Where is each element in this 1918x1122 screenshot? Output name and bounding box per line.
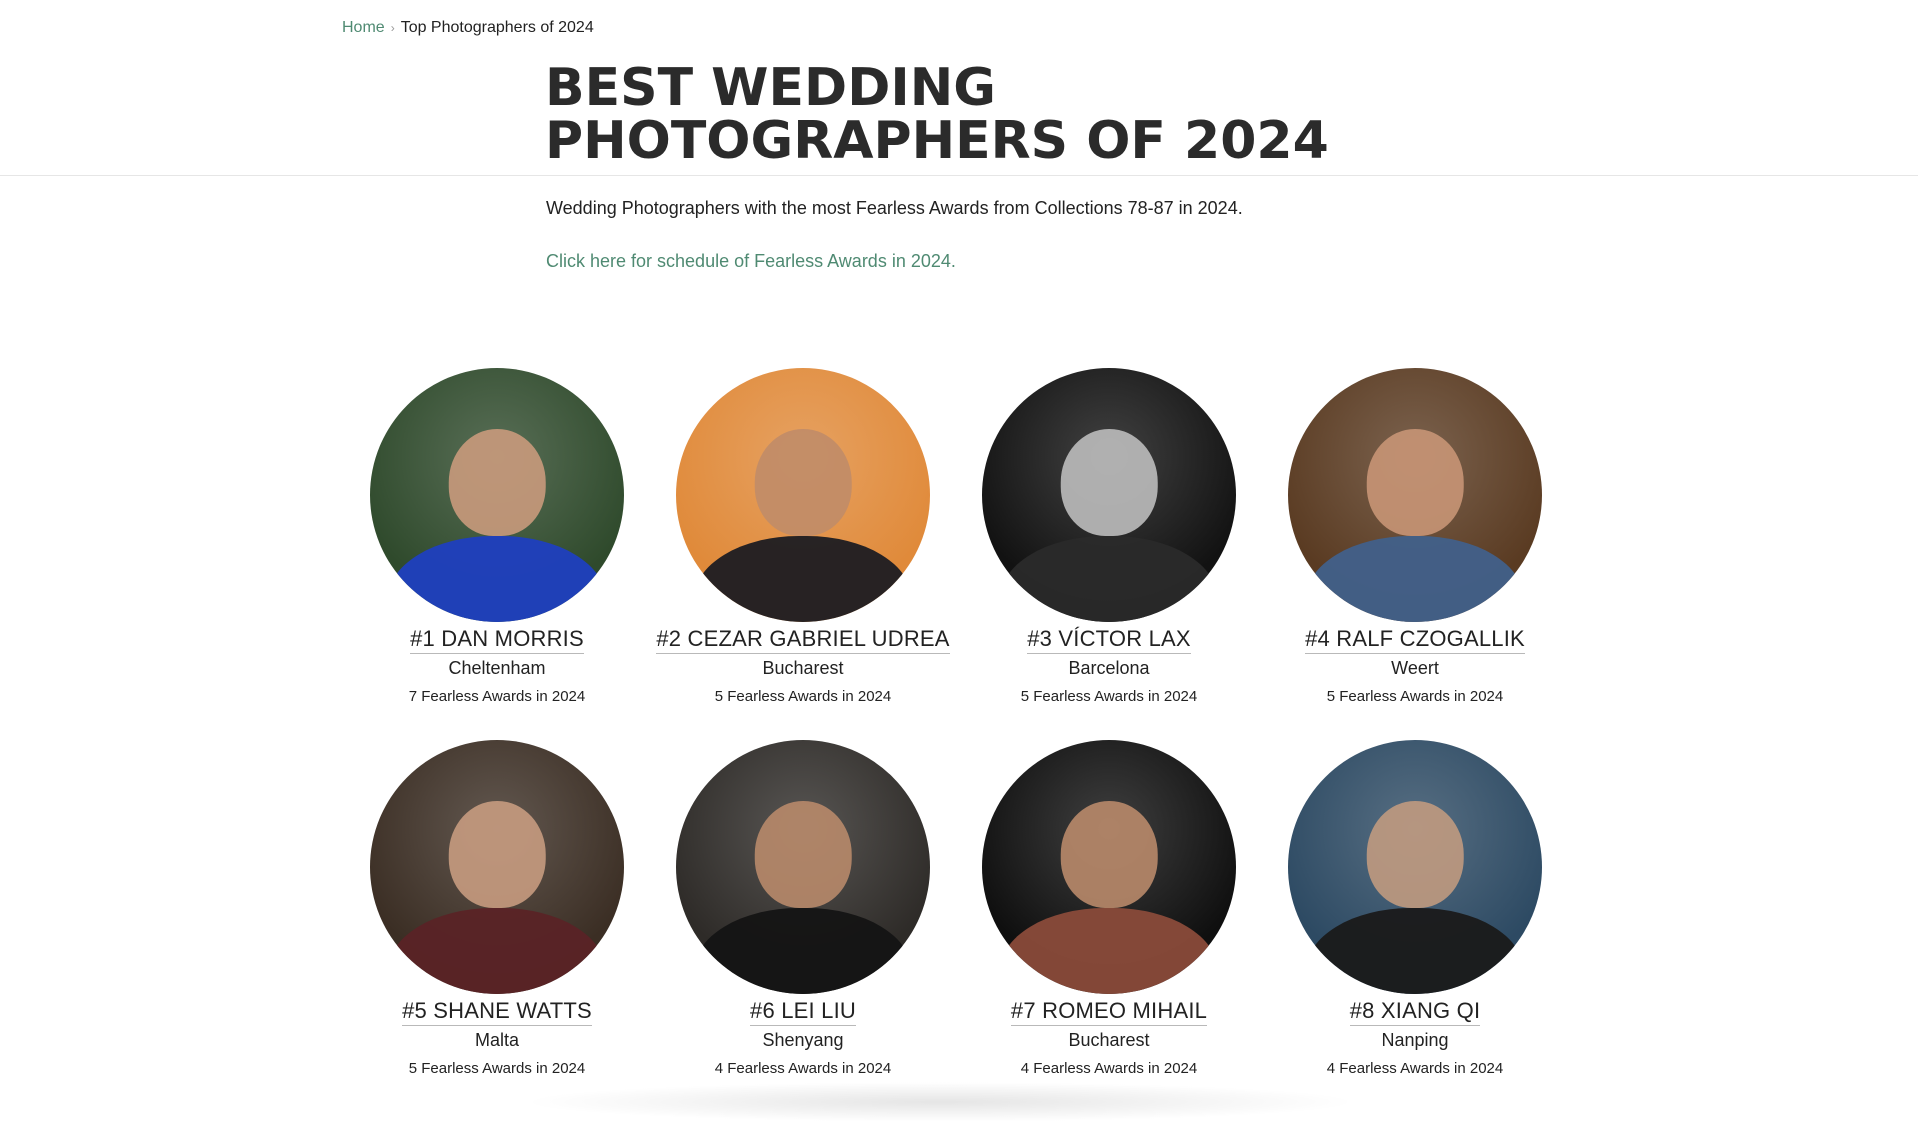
photographer-avatar[interactable] [1288, 740, 1542, 994]
photographer-award-count: 4 Fearless Awards in 2024 [714, 1060, 892, 1077]
photographer-city: Nanping [1381, 1030, 1449, 1050]
photographer-award-count: 5 Fearless Awards in 2024 [714, 688, 892, 705]
scroll-shadow [520, 1082, 1360, 1122]
photographer-award-count: 5 Fearless Awards in 2024 [1326, 688, 1504, 705]
photographer-city: Bucharest [762, 658, 844, 678]
photographer-grid: #1 DAN MORRIS Cheltenham 7 Fearless Awards… [344, 368, 1650, 1112]
photographer-avatar[interactable] [1288, 368, 1542, 622]
photographer-city: Malta [474, 1030, 519, 1050]
photographer-avatar[interactable] [370, 740, 624, 994]
breadcrumb-current: Top Photographers of 2024 [400, 19, 594, 36]
photographer-card: #3 VÍCTOR LAX Barcelona 5 Fearless Awards … [956, 368, 1262, 740]
avatar-head [448, 800, 546, 908]
photographer-award-count: 5 Fearless Awards in 2024 [1020, 688, 1198, 705]
photographer-award-count: 4 Fearless Awards in 2024 [1326, 1060, 1504, 1077]
avatar-torso [693, 907, 913, 994]
photographer-card: #1 DAN MORRIS Cheltenham 7 Fearless Awards… [344, 368, 650, 740]
avatar-head [1060, 428, 1158, 536]
avatar-torso [999, 535, 1219, 622]
avatar-head [1060, 800, 1158, 908]
photographer-name-link[interactable]: #2 CEZAR GABRIEL UDREA [656, 626, 950, 654]
avatar-torso [693, 535, 913, 622]
photographer-city: Cheltenham [448, 658, 546, 678]
photographer-award-count: 5 Fearless Awards in 2024 [408, 1060, 586, 1077]
photographer-avatar[interactable] [676, 368, 930, 622]
page-title-line-1: BEST WEDDING [545, 58, 996, 118]
breadcrumb-home-link[interactable]: Home [342, 19, 385, 37]
avatar-head [754, 800, 852, 908]
photographer-name-link[interactable]: #8 XIANG QI [1349, 998, 1481, 1026]
photographer-city: Bucharest [1068, 1030, 1150, 1050]
avatar-torso [1305, 907, 1525, 994]
photographer-name-link[interactable]: #6 LEI LIU [750, 998, 856, 1026]
photographer-avatar[interactable] [676, 740, 930, 994]
avatar-torso [999, 907, 1219, 994]
breadcrumb: Home › Top Photographers of 2024 [342, 19, 594, 37]
avatar-head [754, 428, 852, 536]
photographer-avatar[interactable] [370, 368, 624, 622]
avatar-head [1366, 428, 1464, 536]
schedule-link[interactable]: Click here for schedule of Fearless Awar… [546, 251, 956, 272]
photographer-award-count: 4 Fearless Awards in 2024 [1020, 1060, 1198, 1077]
photographer-card: #8 XIANG QI Nanping 4 Fearless Awards in 2… [1262, 740, 1568, 1112]
photographer-card: #5 SHANE WATTS Malta 5 Fearless Awards in … [344, 740, 650, 1112]
photographer-name-link[interactable]: #4 RALF CZOGALLIK [1305, 626, 1525, 654]
photographer-name-link[interactable]: #3 VÍCTOR LAX [1027, 626, 1191, 654]
photographer-award-count: 7 Fearless Awards in 2024 [408, 688, 586, 705]
photographer-avatar[interactable] [982, 368, 1236, 622]
photographer-card: #7 ROMEO MIHAIL Bucharest 4 Fearless Award… [956, 740, 1262, 1112]
photographer-city: Shenyang [762, 1030, 844, 1050]
page-title-line-2: PHOTOGRAPHERS OF 2024 [545, 111, 1329, 171]
photographer-card: #2 CEZAR GABRIEL UDREA Bucharest 5 Fearles… [650, 368, 956, 740]
breadcrumb-separator-icon: › [390, 21, 395, 35]
photographer-city: Weert [1391, 658, 1439, 678]
avatar-torso [387, 535, 607, 622]
photographer-city: Barcelona [1068, 658, 1150, 678]
page-title: BEST WEDDING PHOTOGRAPHERS OF 2024 [545, 62, 1329, 168]
photographer-name-link[interactable]: #7 ROMEO MIHAIL [1010, 998, 1208, 1026]
avatar-head [1366, 800, 1464, 908]
avatar-head [448, 428, 546, 536]
photographer-card: #6 LEI LIU Shenyang 4 Fearless Awards in 2… [650, 740, 956, 1112]
avatar-torso [387, 907, 607, 994]
intro-text: Wedding Photographers with the most Fear… [546, 198, 1243, 218]
photographer-avatar[interactable] [982, 740, 1236, 994]
avatar-torso [1305, 535, 1525, 622]
photographer-name-link[interactable]: #1 DAN MORRIS [410, 626, 584, 654]
header-divider [0, 175, 1918, 176]
photographer-name-link[interactable]: #5 SHANE WATTS [402, 998, 592, 1026]
photographer-card: #4 RALF CZOGALLIK Weert 5 Fearless Awards … [1262, 368, 1568, 740]
